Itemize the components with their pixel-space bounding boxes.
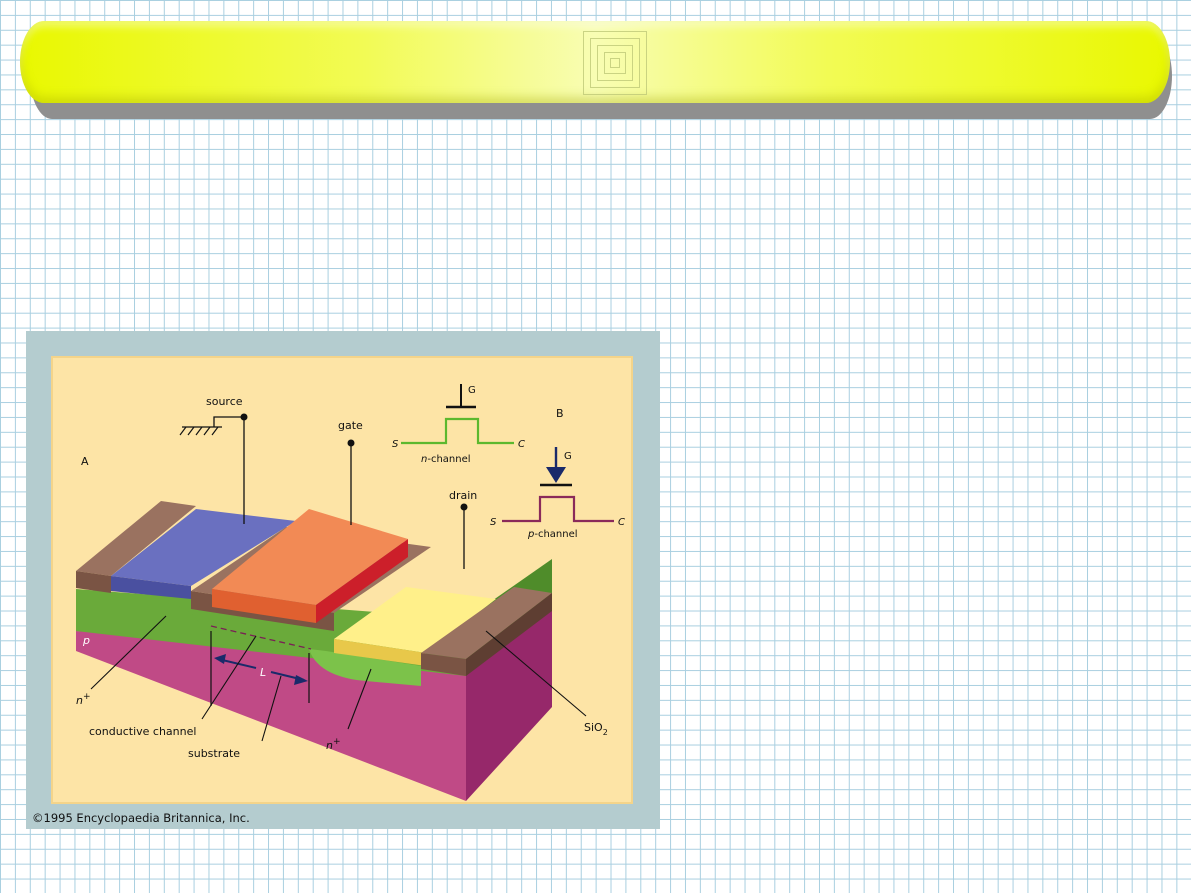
channel-length-label: L [260,666,266,679]
title-banner [20,21,1170,103]
n-channel-caption: n-channel [421,454,471,465]
p-channel-caption: p-channel [527,529,578,540]
panel-b-label: B [556,407,564,420]
n-channel-source-label: S [392,439,399,450]
drain-label: drain [449,489,477,502]
mosfet-figure: source gate drain A B p L n+ conductive … [26,331,660,829]
p-channel-gate-label: G [564,451,572,462]
n-channel-gate-label: G [468,385,476,396]
p-channel-collector-label: C [618,517,625,528]
n-channel-collector-label: C [518,439,525,450]
conductive-channel-label: conductive channel [89,725,196,738]
source-label: source [206,395,243,408]
p-region-label: p [82,634,90,647]
p-channel-source-label: S [490,517,497,528]
gate-label: gate [338,419,363,432]
mosfet-diagram: source gate drain A B p L n+ conductive … [32,356,633,825]
drain-dot [460,503,468,511]
gate-dot [347,439,355,447]
copyright-text: ©1995 Encyclopaedia Britannica, Inc. [32,811,250,825]
panel-a-label: A [81,455,89,468]
substrate-label: substrate [188,747,240,760]
source-dot [240,413,248,421]
